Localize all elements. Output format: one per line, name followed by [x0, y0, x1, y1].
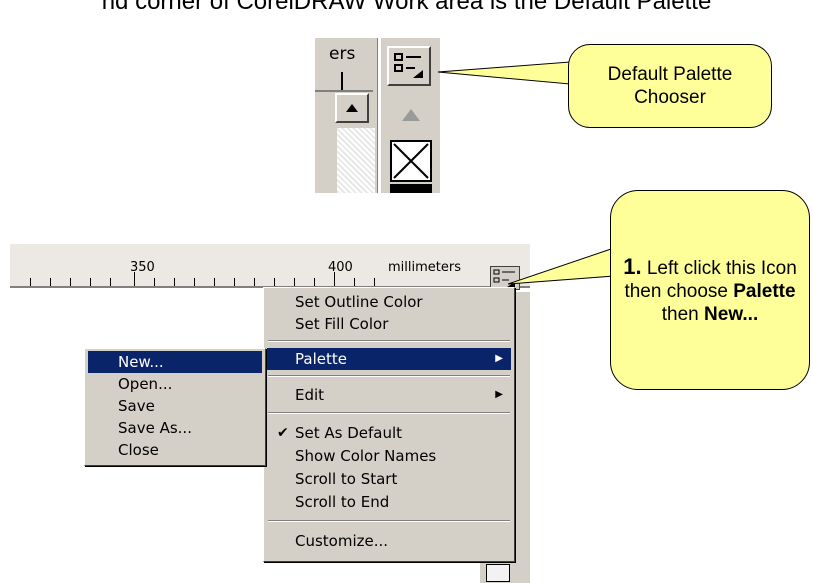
callout2-bold-a: Palette [733, 280, 796, 302]
callout1-line2: Chooser [634, 87, 706, 108]
scroll-track [337, 128, 375, 193]
submenu-arrow-icon: ▶ [495, 353, 503, 364]
menu-item-show-color-names[interactable]: Show Color Names [267, 445, 511, 467]
menu-item-scroll-to-start[interactable]: Scroll to Start [267, 468, 511, 490]
page-heading: nd corner of CorelDRAW Work area is the … [101, 0, 712, 15]
menu-item-set-fill-color[interactable]: Set Fill Color [267, 313, 511, 335]
callout-instructions: 1. Left click this Icon then choose Pale… [610, 190, 810, 390]
ruler-fragment [315, 64, 373, 92]
menu-item-set-outline-color[interactable]: Set Outline Color [267, 291, 511, 313]
callout2-bold-b: New... [704, 303, 759, 325]
menu-item-edit-label: Edit [295, 386, 325, 404]
menu-separator [268, 375, 510, 377]
menu-item-scroll-to-end[interactable]: Scroll to End [267, 491, 511, 513]
black-swatch[interactable] [390, 184, 432, 193]
menu-separator [268, 340, 510, 342]
menu-item-palette-label: Palette [295, 350, 347, 368]
triangle-up-icon [346, 104, 358, 112]
menu-item-palette[interactable]: Palette ▶ [267, 348, 511, 370]
palette-chooser-crop: ers [315, 38, 440, 193]
menu-item-edit[interactable]: Edit ▶ [267, 384, 511, 406]
callout1-line1: Default Palette [607, 64, 733, 85]
menu-item-set-as-default-label: Set As Default [295, 424, 403, 442]
palette-context-menu: Set Outline Color Set Fill Color Palette… [263, 287, 515, 562]
horizontal-ruler: 350 400 millimeters [10, 244, 530, 288]
palette-submenu: New... Open... Save Save As... Close [84, 348, 266, 466]
submenu-item-save-as[interactable]: Save As... [88, 417, 262, 439]
submenu-arrow-icon: ▶ [495, 389, 503, 400]
palette-chooser-icon [394, 53, 423, 78]
menu-item-set-as-default[interactable]: ✔ Set As Default [267, 422, 511, 444]
default-palette-chooser-button[interactable] [387, 46, 431, 86]
submenu-item-new[interactable]: New... [88, 351, 262, 373]
callout-pointer [507, 247, 615, 285]
docker-tab-label: ers [329, 44, 356, 64]
divider [377, 38, 381, 193]
menu-item-customize[interactable]: Customize... [267, 530, 511, 552]
submenu-item-open[interactable]: Open... [88, 373, 262, 395]
palette-scroll-up-icon[interactable] [401, 108, 421, 122]
submenu-item-save[interactable]: Save [88, 395, 262, 417]
callout2-step: 1. [623, 253, 642, 279]
scroll-up-button[interactable] [335, 93, 369, 123]
checkmark-icon: ✔ [277, 425, 289, 441]
no-color-swatch[interactable] [390, 140, 432, 182]
callout2-text-b: then [661, 303, 705, 325]
no-color-icon [393, 143, 429, 179]
callout-pointer [437, 61, 571, 85]
menu-separator [268, 520, 510, 522]
ruler-label-400: 400 [328, 260, 353, 275]
submenu-item-close[interactable]: Close [88, 439, 262, 461]
color-swatch[interactable] [486, 564, 510, 582]
callout-default-palette-chooser: Default Palette Chooser [568, 44, 772, 128]
menu-separator [268, 412, 510, 414]
ruler-unit: millimeters [388, 260, 461, 275]
